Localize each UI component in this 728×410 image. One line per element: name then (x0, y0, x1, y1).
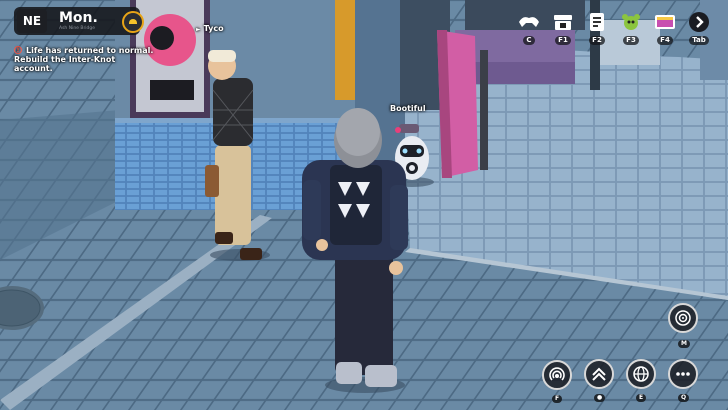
location-label: Ash Nine Bridge (59, 25, 96, 31)
alert-icon: ! (14, 46, 22, 54)
menu-creature-button[interactable]: F3 (614, 11, 648, 45)
quest-line-1: Life has returned to normal. (26, 46, 154, 55)
day-label: Mon. (59, 9, 98, 26)
more-actions-button[interactable] (668, 359, 698, 389)
chevron-icon: ► (196, 26, 201, 33)
menu-phone-button[interactable]: C (512, 11, 546, 45)
map-button[interactable] (668, 303, 698, 333)
notebook-icon (585, 11, 609, 33)
chevron-up-double-icon (592, 367, 606, 381)
boost-indicator: ● (594, 394, 606, 402)
globe-button[interactable] (626, 359, 656, 389)
npc-nametag-bootiful[interactable]: Bootiful (390, 104, 426, 113)
menu-more-button[interactable]: Tab (682, 11, 716, 45)
day-indicator[interactable]: NE Mon. Ash Nine Bridge (14, 7, 144, 35)
quest-line-3: account. (14, 64, 53, 73)
top-menu-bar: C F1 F2 F3 F4 Tab (512, 11, 716, 45)
menu-tv-button[interactable]: F4 (648, 11, 682, 45)
quest-line-2: Rebuild the Inter-Knot (14, 55, 116, 64)
signal-icon (549, 367, 565, 381)
interact-button[interactable] (542, 360, 572, 390)
radar-icon (675, 310, 691, 326)
creature-icon (619, 11, 643, 33)
chevron-right-icon (687, 11, 711, 33)
globe-icon (633, 366, 649, 382)
map-key-label: M (678, 340, 690, 348)
interact-key-label: F (552, 395, 563, 403)
phone-icon (517, 11, 541, 33)
app-logo: NE (17, 9, 47, 33)
time-of-day-icon (122, 11, 144, 33)
more-key-label: Q (678, 394, 690, 402)
npc-nametag-tyco[interactable]: ► Tyco (196, 24, 224, 33)
quest-objective[interactable]: ! Life has returned to normal. Rebuild th… (14, 46, 153, 73)
menu-notebook-button[interactable]: F2 (580, 11, 614, 45)
boost-button[interactable] (584, 359, 614, 389)
globe-key-label: E (636, 394, 647, 402)
tv-icon (653, 11, 677, 33)
menu-shop-button[interactable]: F1 (546, 11, 580, 45)
shop-icon (551, 11, 575, 33)
ellipsis-icon (676, 372, 690, 376)
